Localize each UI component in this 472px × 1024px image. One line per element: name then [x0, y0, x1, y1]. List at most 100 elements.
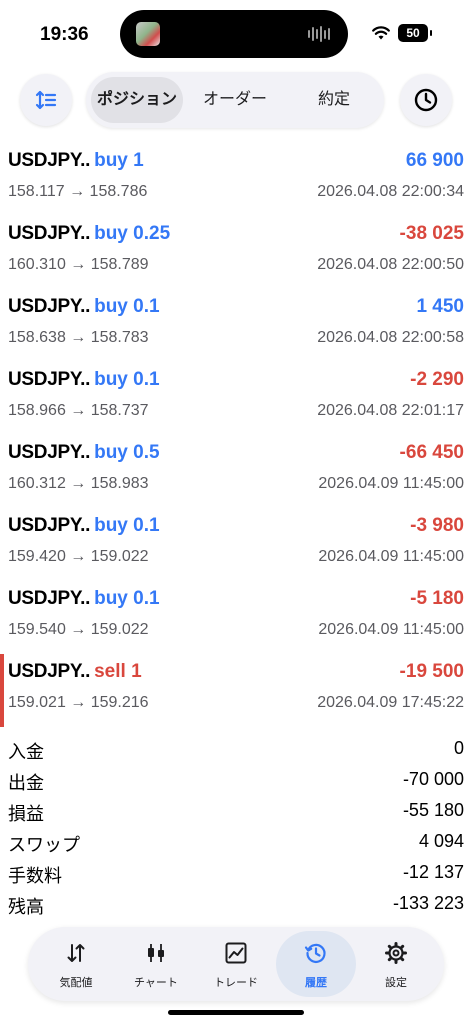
- tab-label: チャート: [134, 977, 178, 989]
- home-indicator[interactable]: [168, 1010, 304, 1015]
- trade-prices: 160.310 → 158.789: [8, 256, 149, 273]
- summary-value: 0: [453, 738, 464, 758]
- trade-side: buy 0.1: [94, 296, 160, 317]
- clock-icon: [414, 88, 438, 112]
- trade-row-header: USDJPY.. buy 1 66 900: [8, 150, 464, 176]
- trade-row[interactable]: USDJPY.. buy 0.25 -38 025 160.310 → 158.7…: [0, 216, 472, 289]
- segment-orders[interactable]: オーダー: [186, 77, 284, 123]
- trade-symbol: USDJPY..: [8, 661, 91, 682]
- bottom-tab-bar: 気配値 チャート トレード 履歴 設定: [28, 927, 444, 1001]
- trade-datetime: 2026.04.09 11:45:00: [318, 475, 464, 492]
- tab-settings[interactable]: 設定: [356, 931, 436, 997]
- trade-prices: 159.021 → 159.216: [8, 694, 149, 711]
- summary-label: スワップ: [8, 835, 80, 855]
- trade-symbol: USDJPY..: [8, 296, 91, 317]
- trade-row[interactable]: USDJPY.. buy 1 66 900 158.117 → 158.786 2…: [0, 143, 472, 216]
- trade-row[interactable]: USDJPY.. sell 1 -19 500 159.021 → 159.216…: [0, 654, 472, 727]
- trade-row-header: USDJPY.. buy 0.1 -3 980: [8, 515, 464, 541]
- trade-row-header: USDJPY.. buy 0.5 -66 450: [8, 442, 464, 468]
- trade-row-details: 160.312 → 158.983 2026.04.09 11:45:00: [8, 475, 464, 497]
- summary-row-withdrawal: 出金 -70 000: [0, 765, 472, 796]
- trade-row[interactable]: USDJPY.. buy 0.1 -5 180 159.540 → 159.022…: [0, 581, 472, 654]
- trade-symbol: USDJPY..: [8, 442, 91, 463]
- sort-button[interactable]: [20, 74, 72, 126]
- wifi-icon: [372, 26, 390, 40]
- now-playing-artwork-icon: [136, 22, 160, 46]
- segment-positions[interactable]: ポジション: [91, 77, 183, 123]
- period-button[interactable]: [400, 74, 452, 126]
- trade-datetime: 2026.04.09 17:45:22: [317, 694, 464, 711]
- summary-value: -133 223: [392, 893, 464, 913]
- trade-profit: 66 900: [405, 150, 464, 171]
- summary-label: 手数料: [8, 866, 62, 886]
- trade-symbol: USDJPY..: [8, 369, 91, 390]
- trade-prices: 158.638 → 158.783: [8, 329, 149, 346]
- trade-row-header: USDJPY.. sell 1 -19 500: [8, 661, 464, 687]
- tab-trade[interactable]: トレード: [196, 931, 276, 997]
- trade-row-header: USDJPY.. buy 0.1 -2 290: [8, 369, 464, 395]
- trade-profit: -38 025: [399, 223, 464, 244]
- tab-label: トレード: [214, 977, 258, 989]
- summary-label: 損益: [8, 804, 44, 824]
- trade-prices: 159.420 → 159.022: [8, 548, 149, 565]
- trade-datetime: 2026.04.08 22:01:17: [317, 402, 464, 419]
- trade-side: buy 0.25: [94, 223, 171, 244]
- trade-profit: -19 500: [399, 661, 464, 682]
- audio-waveform-icon: [308, 25, 330, 43]
- trade-profit: 1 450: [416, 296, 464, 317]
- trade-row[interactable]: USDJPY.. buy 0.1 -3 980 159.420 → 159.022…: [0, 508, 472, 581]
- trade-row-details: 158.966 → 158.737 2026.04.08 22:01:17: [8, 402, 464, 424]
- trade-side: buy 0.1: [94, 588, 160, 609]
- candlestick-icon: [148, 944, 164, 962]
- gear-icon: [385, 942, 407, 964]
- tab-chart[interactable]: チャート: [116, 931, 196, 997]
- trade-row[interactable]: USDJPY.. buy 0.5 -66 450 160.312 → 158.98…: [0, 435, 472, 508]
- summary-value: -70 000: [402, 769, 464, 789]
- summary-row-balance: 残高 -133 223: [0, 889, 472, 920]
- trade-row-details: 159.540 → 159.022 2026.04.09 11:45:00: [8, 621, 464, 643]
- trade-symbol: USDJPY..: [8, 515, 91, 536]
- segment-deals[interactable]: 約定: [286, 77, 382, 123]
- trade-side: buy 0.5: [94, 442, 160, 463]
- summary-row-profit: 損益 -55 180: [0, 796, 472, 827]
- trade-datetime: 2026.04.09 11:45:00: [318, 621, 464, 638]
- summary-row-swap: スワップ 4 094: [0, 827, 472, 858]
- dynamic-island[interactable]: [120, 10, 348, 58]
- trade-history-list: USDJPY.. buy 1 66 900 158.117 → 158.786 2…: [0, 143, 472, 727]
- trade-side: buy 0.1: [94, 369, 160, 390]
- summary-value: 4 094: [418, 831, 464, 851]
- tab-history[interactable]: 履歴: [276, 931, 356, 997]
- tab-label: 履歴: [305, 977, 327, 989]
- trade-datetime: 2026.04.08 22:00:50: [317, 256, 464, 273]
- trade-datetime: 2026.04.09 11:45:00: [318, 548, 464, 565]
- trade-profit: -5 180: [410, 588, 464, 609]
- trade-row-details: 160.310 → 158.789 2026.04.08 22:00:50: [8, 256, 464, 278]
- trade-row[interactable]: USDJPY.. buy 0.1 -2 290 158.966 → 158.737…: [0, 362, 472, 435]
- trade-prices: 158.966 → 158.737: [8, 402, 149, 419]
- battery-icon: 50: [398, 24, 432, 42]
- trade-row[interactable]: USDJPY.. buy 0.1 1 450 158.638 → 158.783 …: [0, 289, 472, 362]
- status-bar: 19:36 50: [0, 0, 472, 60]
- status-time: 19:36: [40, 24, 89, 45]
- trade-row-header: USDJPY.. buy 0.25 -38 025: [8, 223, 464, 249]
- trade-row-details: 159.021 → 159.216 2026.04.09 17:45:22: [8, 694, 464, 716]
- tab-label: 設定: [385, 977, 407, 989]
- trade-side: buy 1: [94, 150, 144, 171]
- trade-prices: 158.117 → 158.786: [8, 183, 148, 200]
- trade-symbol: USDJPY..: [8, 588, 91, 609]
- trade-prices: 160.312 → 158.983: [8, 475, 149, 492]
- trade-row-header: USDJPY.. buy 0.1 1 450: [8, 296, 464, 322]
- trade-profit: -2 290: [410, 369, 464, 390]
- trade-symbol: USDJPY..: [8, 223, 91, 244]
- quotes-arrows-icon: [67, 944, 85, 962]
- account-summary: 入金 0 出金 -70 000 損益 -55 180 スワップ 4 094 手数…: [0, 734, 472, 920]
- summary-value: -55 180: [402, 800, 464, 820]
- trade-datetime: 2026.04.08 22:00:34: [317, 183, 464, 200]
- tab-quotes[interactable]: 気配値: [36, 931, 116, 997]
- summary-label: 出金: [8, 773, 44, 793]
- sell-marker: [0, 654, 4, 727]
- trade-row-details: 158.638 → 158.783 2026.04.08 22:00:58: [8, 329, 464, 351]
- trade-row-details: 158.117 → 158.786 2026.04.08 22:00:34: [8, 183, 464, 205]
- trade-side: sell 1: [94, 661, 142, 682]
- trade-profit: -66 450: [399, 442, 464, 463]
